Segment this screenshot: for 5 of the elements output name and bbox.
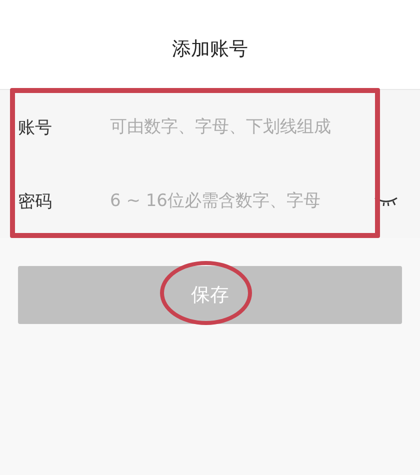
field-label: 密码 [18, 190, 53, 212]
field-label: 账号 [18, 116, 53, 138]
input-field[interactable]: 6 ~ 16位必需含数字、字母 [110, 191, 366, 211]
page-title: 添加账号 [172, 36, 248, 62]
input-field[interactable]: 可由数字、字母、下划线组成 [110, 117, 420, 137]
